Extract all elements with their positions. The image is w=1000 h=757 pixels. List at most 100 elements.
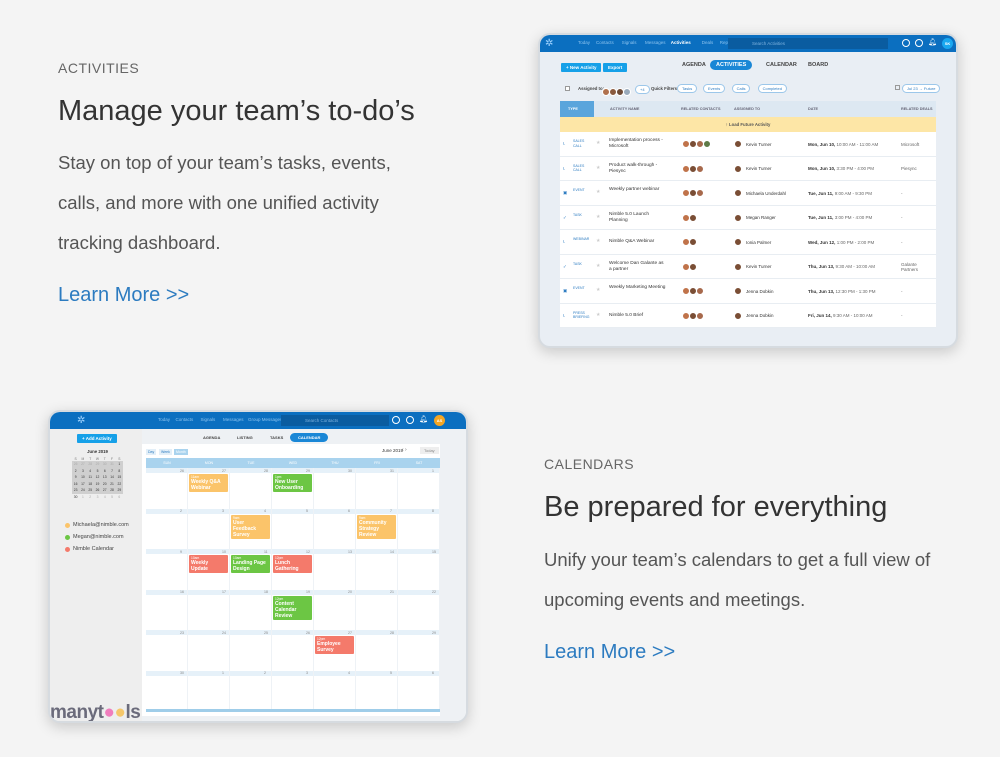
day-cell[interactable] (188, 630, 230, 671)
clock-icon[interactable] (406, 416, 414, 424)
tab-calendar[interactable]: CALENDAR (290, 433, 329, 442)
calendar-list-item[interactable]: Nimble Calendar (65, 546, 114, 552)
star-icon[interactable]: ★ (596, 239, 600, 244)
mini-day[interactable]: 5 (108, 494, 115, 501)
view-week[interactable]: Week (159, 449, 172, 455)
day-cell[interactable] (146, 508, 188, 549)
calendar-event[interactable]: 10am Weekly Update (189, 555, 228, 573)
table-row[interactable]: ✓ TASK ★ Welcome Dan Galante as a partner Ke… (560, 254, 936, 279)
related-contacts-avatars[interactable] (682, 238, 697, 248)
day-cell[interactable] (398, 549, 440, 590)
day-cell[interactable] (272, 508, 314, 549)
load-future-activity-button[interactable]: ↑ Load Future Activity (560, 117, 936, 132)
day-cell[interactable] (398, 589, 440, 630)
nav-item-signals[interactable]: Signals (201, 417, 216, 422)
view-day[interactable]: Day (146, 449, 157, 455)
tab-tasks[interactable]: TASKS (262, 433, 291, 442)
star-icon[interactable]: ★ (596, 313, 600, 318)
activity-name[interactable]: Welcome Dan Galante as a partner (609, 261, 667, 273)
day-cell[interactable] (146, 670, 188, 711)
day-cell[interactable] (356, 670, 398, 711)
related-contacts-avatars[interactable] (682, 287, 704, 297)
nav-item-contacts[interactable]: Contacts (176, 417, 194, 422)
prev-next-buttons[interactable]: ‹ › (402, 447, 407, 453)
today-button[interactable]: Today (420, 447, 439, 454)
mini-day[interactable]: 3 (94, 494, 101, 501)
day-cell[interactable] (230, 589, 272, 630)
related-deal[interactable]: - (901, 240, 933, 245)
table-row[interactable]: 📞︎ PRESS BRIEFING ★ Nimble 5.0 Brief Jenna D… (560, 303, 936, 328)
activity-name[interactable]: Implementation process - Microsoft (609, 138, 667, 150)
search-input[interactable]: Search Contacts (281, 415, 389, 426)
activity-name[interactable]: Nimble 5.0 Launch Planning (609, 212, 667, 224)
activity-name[interactable]: Nimble 5.0 Brief (609, 313, 667, 319)
day-cell[interactable] (398, 468, 440, 509)
day-cell[interactable] (146, 630, 188, 671)
tab-activities[interactable]: ACTIVITIES (710, 60, 753, 70)
day-cell[interactable] (314, 468, 356, 509)
related-contacts-avatars[interactable] (682, 164, 704, 175)
calendar-list-item[interactable]: Michaela@nimble.com (65, 522, 129, 528)
related-deal[interactable]: - (901, 191, 933, 196)
nav-item-messages[interactable]: Messages (645, 40, 666, 45)
day-cell[interactable] (356, 630, 398, 671)
tab-agenda[interactable]: AGENDA (676, 60, 712, 70)
assigned-to[interactable]: Kevin Turner (746, 166, 772, 171)
mini-day[interactable]: 6 (116, 494, 123, 501)
activity-name[interactable]: Weekly partner webinar (609, 187, 667, 193)
star-icon[interactable]: ★ (596, 141, 600, 146)
day-cell[interactable] (398, 508, 440, 549)
nav-item-activities[interactable]: Activities (671, 40, 691, 45)
bell-icon[interactable]: 🔔︎ (419, 415, 428, 423)
tab-board[interactable]: BOARD (802, 60, 834, 70)
day-cell[interactable] (356, 589, 398, 630)
bell-icon[interactable]: 🔔︎ (928, 38, 937, 46)
related-contacts-avatars[interactable] (682, 311, 704, 322)
assigned-to[interactable]: Megan Ranger (746, 215, 776, 220)
column-header-activity-name[interactable]: ACTIVITY NAME (610, 101, 639, 117)
day-cell[interactable] (146, 589, 188, 630)
day-cell[interactable] (314, 670, 356, 711)
mini-day[interactable]: 4 (101, 494, 108, 501)
nav-item-group-messages[interactable]: Group Messages (248, 417, 282, 422)
star-icon[interactable]: ★ (596, 190, 600, 195)
table-row[interactable]: 📞︎ SALES CALL ★ Product walk-through - Pies… (560, 156, 936, 181)
star-icon[interactable]: ★ (596, 166, 600, 171)
related-deal[interactable]: - (901, 215, 933, 220)
related-deal[interactable]: Microsoft (901, 142, 933, 147)
quick-filter-tasks[interactable]: Tasks (677, 84, 698, 93)
clock-icon[interactable] (915, 39, 923, 47)
quick-filter-calls[interactable]: Calls (731, 84, 751, 93)
nav-item-deals[interactable]: Deals (702, 40, 714, 45)
table-row[interactable]: ▣ EVENT ★ Weekly Marketing Meeting Jenna Dob… (560, 279, 936, 304)
assigned-avatars[interactable] (602, 83, 631, 101)
activity-name[interactable]: Nimble Q&A Webinar (609, 239, 667, 245)
related-contacts-avatars[interactable] (682, 140, 711, 150)
calendar-event[interactable]: 9am User Feedback Survey (231, 514, 270, 539)
tab-agenda[interactable]: AGENDA (195, 433, 228, 442)
nav-item-today[interactable]: Today (158, 417, 170, 422)
column-header-type[interactable]: TYPE (568, 101, 578, 117)
mini-calendar[interactable]: S M T W T F S 26 27 28 29 30 31 1 2 3 4 5 6 7 8 9 10 11 12 13 14 15… (72, 457, 123, 500)
assigned-to[interactable]: Jenna Dobkin (746, 289, 774, 294)
assigned-to[interactable]: Michaela Underdahl (746, 191, 786, 196)
day-cell[interactable] (314, 589, 356, 630)
column-header-assigned-to[interactable]: ASSIGNED TO (734, 101, 760, 117)
column-header-related-deals[interactable]: RELATED DEALS (901, 101, 933, 117)
activities-learn-more-link[interactable]: Learn More >> (58, 284, 189, 307)
assigned-to[interactable]: Ionia Palmer (746, 240, 771, 245)
assigned-to[interactable]: Kevin Turner (746, 264, 772, 269)
view-month[interactable]: Month (174, 449, 188, 455)
user-avatar[interactable]: SK (942, 38, 953, 49)
day-cell[interactable] (314, 508, 356, 549)
star-icon[interactable]: ★ (596, 264, 600, 269)
activity-name[interactable]: Product walk-through - Piesync (609, 163, 667, 175)
mini-day[interactable]: 1 (79, 494, 86, 501)
quick-filter-completed[interactable]: Completed (757, 84, 787, 93)
related-deal[interactable]: Galante Partners (901, 262, 933, 272)
day-cell[interactable] (188, 589, 230, 630)
tab-listing[interactable]: LISTING (229, 433, 261, 442)
table-row[interactable]: 📞︎ SALES CALL ★ Implementation process - Mi… (560, 132, 936, 157)
assigned-to[interactable]: Jenna Dobkin (746, 313, 774, 318)
nav-item-signals[interactable]: Signals (622, 40, 637, 45)
